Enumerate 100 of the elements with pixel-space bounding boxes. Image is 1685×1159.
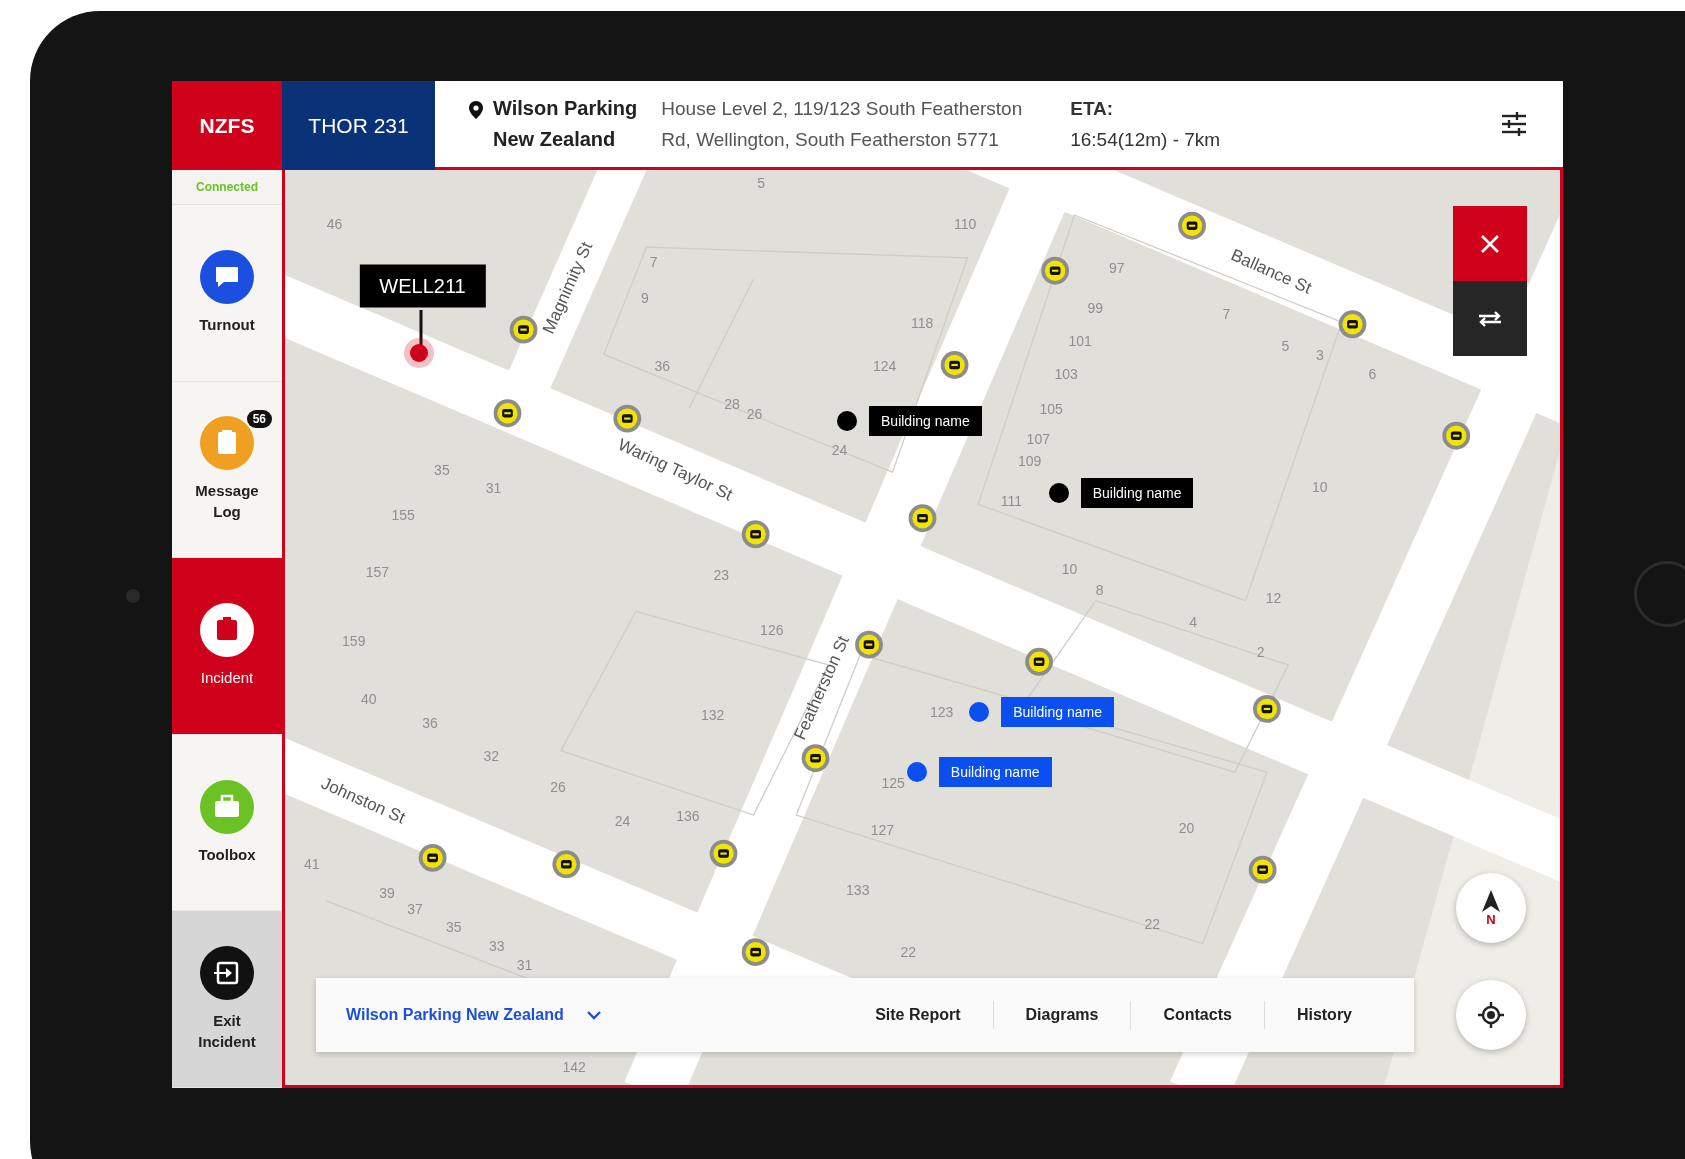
house-number: 99: [1087, 299, 1103, 316]
map-marker-icon[interactable]: [908, 504, 937, 533]
map-marker-icon[interactable]: [709, 839, 738, 868]
house-number: 10: [1061, 560, 1078, 577]
house-number: 133: [846, 881, 870, 898]
house-number: 24: [831, 442, 848, 459]
house-number: 24: [614, 813, 631, 830]
house-number: 2: [1256, 644, 1265, 661]
house-number: 26: [746, 405, 763, 422]
map-marker-icon[interactable]: [613, 404, 642, 433]
tab-link[interactable]: Contacts: [1131, 1000, 1264, 1030]
map-marker-icon[interactable]: [801, 744, 830, 773]
tab-link[interactable]: Diagrams: [993, 1000, 1131, 1030]
location-pin-icon: [469, 101, 483, 119]
sidebar-item[interactable]: Exit Incident: [172, 911, 282, 1088]
house-number: 40: [361, 690, 377, 707]
house-number: 36: [654, 357, 670, 374]
house-number: 41: [304, 856, 320, 873]
house-number: 5: [1281, 338, 1290, 355]
house-number: 35: [445, 918, 462, 935]
map-marker-icon[interactable]: [1178, 211, 1206, 240]
house-number: 103: [1054, 366, 1078, 383]
map-marker-icon[interactable]: [493, 399, 522, 428]
site-name: Wilson Parking New Zealand: [493, 96, 638, 152]
eta-value: 16:54(12m) - 7km: [1070, 128, 1221, 152]
house-number: 12: [1265, 589, 1282, 606]
house-number: 118: [911, 314, 934, 331]
house-number: 4: [1189, 614, 1197, 631]
house-number: 111: [1000, 492, 1023, 509]
house-number: 3: [1315, 346, 1324, 363]
site-dropdown[interactable]: Wilson Parking New Zealand: [346, 1006, 602, 1024]
map-marker-icon[interactable]: [855, 630, 883, 659]
settings-icon[interactable]: [1501, 112, 1527, 136]
house-number: 157: [365, 563, 390, 580]
house-number: 5: [757, 174, 765, 191]
map-view[interactable]: [282, 170, 1563, 1088]
house-number: 142: [562, 1059, 586, 1076]
count-badge: 56: [246, 410, 272, 429]
map-marker-icon[interactable]: [1338, 310, 1367, 339]
house-number: 9: [641, 289, 649, 306]
north-arrow-icon: [1481, 889, 1501, 912]
house-number: 26: [550, 778, 566, 795]
map-marker-icon[interactable]: [741, 938, 770, 967]
house-number: 107: [1026, 430, 1050, 447]
house-number: 124: [872, 357, 897, 374]
house-number: 8: [1095, 582, 1104, 599]
house-number: 136: [676, 807, 700, 824]
house-number: 97: [1108, 259, 1125, 276]
house-number: 110: [954, 215, 977, 232]
house-number: 109: [1018, 453, 1042, 470]
swap-button[interactable]: [1453, 281, 1527, 356]
map-pin-icon[interactable]: [837, 411, 857, 432]
house-number: 10: [1312, 479, 1328, 495]
house-number: 7: [1222, 306, 1231, 322]
eta-label: ETA:: [1070, 97, 1115, 121]
tab-link[interactable]: Site Report: [843, 1000, 993, 1030]
map-pin-icon[interactable]: [1048, 483, 1069, 504]
crosshair-icon: [1477, 1001, 1505, 1029]
map-marker-icon[interactable]: [940, 351, 969, 379]
house-number: 125: [881, 774, 905, 791]
callout-label: WELL211: [359, 264, 486, 308]
house-number: 32: [483, 747, 500, 764]
map-marker-icon[interactable]: [552, 850, 581, 879]
map-marker-icon[interactable]: [1041, 256, 1070, 285]
house-number: 36: [422, 715, 438, 732]
chevron-down-icon: [585, 1010, 602, 1020]
house-number: 46: [326, 215, 343, 232]
house-number: 123: [929, 703, 954, 720]
close-icon: [1479, 232, 1501, 255]
brand-label: NZFS: [172, 81, 282, 170]
map-marker-icon[interactable]: [418, 843, 447, 872]
house-number: 159: [342, 632, 366, 649]
map-marker-icon[interactable]: [741, 520, 770, 549]
map-marker-icon[interactable]: [1025, 647, 1053, 676]
house-number: 22: [1144, 916, 1160, 933]
house-number: 132: [701, 706, 725, 723]
map-marker-icon[interactable]: [1442, 421, 1471, 450]
map-marker-icon[interactable]: [509, 315, 538, 344]
map-marker-icon[interactable]: [1248, 855, 1277, 884]
house-number: 126: [760, 621, 784, 638]
house-number: 155: [391, 506, 415, 523]
map-marker-icon[interactable]: [1253, 695, 1281, 723]
house-number: 35: [434, 461, 450, 478]
house-number: 101: [1068, 332, 1092, 349]
unit-label: THOR 231: [282, 81, 435, 170]
sidebar-item[interactable]: Incident: [172, 558, 282, 735]
house-number: 20: [1178, 819, 1195, 836]
building-label[interactable]: Building name: [1080, 478, 1194, 509]
house-number: 23: [713, 567, 730, 584]
house-number: 6: [1368, 366, 1377, 383]
house-number: 33: [488, 937, 505, 954]
building-label[interactable]: Building name: [938, 756, 1052, 787]
alert-icon: [200, 603, 254, 658]
building-label[interactable]: Building name: [869, 406, 982, 437]
building-label[interactable]: Building name: [1001, 696, 1114, 727]
house-number: 28: [724, 396, 740, 413]
tab-link[interactable]: History: [1264, 1000, 1384, 1030]
house-number: 31: [485, 480, 502, 497]
house-number: 37: [407, 901, 423, 918]
house-number: 39: [379, 885, 395, 902]
